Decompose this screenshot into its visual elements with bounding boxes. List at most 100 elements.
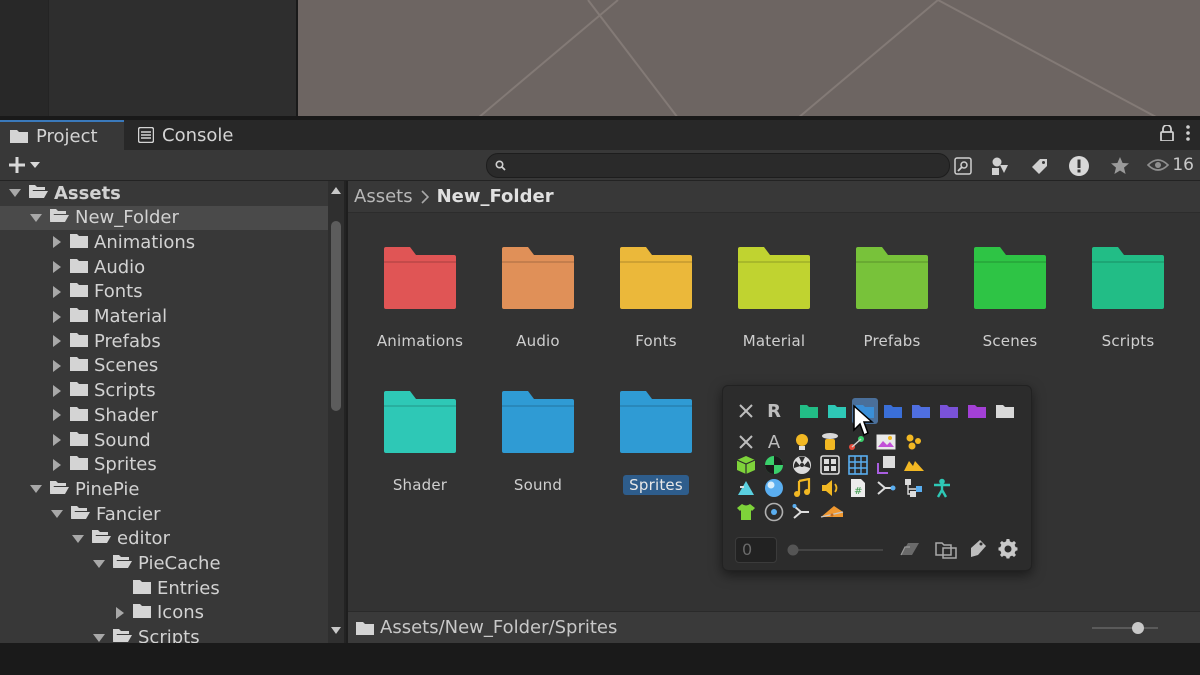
folder-tile[interactable]: Prefabs xyxy=(837,245,947,365)
text-style-button[interactable]: A xyxy=(763,431,785,453)
tree-item[interactable]: Material xyxy=(0,305,328,329)
folder-tile[interactable]: Scenes xyxy=(955,245,1065,365)
tree-item[interactable]: Sound xyxy=(0,428,328,452)
color-swatch[interactable] xyxy=(994,400,1016,422)
clear-icon-icon[interactable] xyxy=(735,431,757,453)
collapsed-arrow-icon[interactable] xyxy=(50,408,64,422)
color-swatch[interactable] xyxy=(882,400,904,422)
create-button[interactable] xyxy=(8,153,50,177)
humanoid-icon[interactable] xyxy=(931,477,953,499)
folder-tile[interactable]: Material xyxy=(719,245,829,365)
tree-item[interactable]: Entries xyxy=(0,576,328,600)
tree-item[interactable]: Scripts xyxy=(0,379,328,403)
hierarchy-icon[interactable] xyxy=(903,477,925,499)
dots-cluster-icon[interactable] xyxy=(903,431,925,453)
breadcrumb-root[interactable]: Assets xyxy=(354,186,413,207)
collapsed-arrow-icon[interactable] xyxy=(50,359,64,373)
collapsed-arrow-icon[interactable] xyxy=(50,334,64,348)
folder-tile[interactable]: Shader xyxy=(365,389,475,509)
tag-leaf-icon[interactable] xyxy=(967,538,989,560)
expanded-arrow-icon[interactable] xyxy=(92,631,106,643)
cheese-icon[interactable] xyxy=(819,501,845,523)
branch-icon[interactable] xyxy=(875,477,897,499)
tree-item[interactable]: New_Folder xyxy=(0,205,328,230)
collapsed-arrow-icon[interactable] xyxy=(113,606,127,620)
filter-by-type-button[interactable] xyxy=(988,153,1012,178)
tree-item[interactable]: Shader xyxy=(0,403,328,427)
tree-item[interactable]: PieCache xyxy=(0,552,328,576)
sphere-icon[interactable] xyxy=(763,477,785,499)
shuffle-icon[interactable] xyxy=(791,501,813,523)
search-by-type-button[interactable] xyxy=(952,153,974,178)
color-swatch[interactable] xyxy=(938,400,960,422)
icon-size-slider[interactable] xyxy=(787,544,885,556)
tree-item[interactable]: Scenes xyxy=(0,354,328,378)
tree-scroll-thumb[interactable] xyxy=(331,221,341,411)
color-swatch[interactable] xyxy=(910,400,932,422)
color-swatch[interactable] xyxy=(826,400,848,422)
tree-scrollbar[interactable] xyxy=(328,181,344,643)
expanded-arrow-icon[interactable] xyxy=(92,557,106,571)
favorites-button[interactable] xyxy=(1108,153,1132,178)
breadcrumb-current[interactable]: New_Folder xyxy=(437,186,554,207)
scroll-down-icon[interactable] xyxy=(331,626,341,634)
image-icon[interactable] xyxy=(875,431,897,453)
tree-item[interactable]: Audio xyxy=(0,255,328,279)
color-swatch[interactable] xyxy=(798,400,820,422)
search-field[interactable] xyxy=(486,153,950,178)
script-file-icon[interactable]: # xyxy=(847,477,869,499)
folder-tile[interactable]: Sprites xyxy=(601,389,711,509)
collapsed-arrow-icon[interactable] xyxy=(50,310,64,324)
more-options-icon[interactable] xyxy=(1186,125,1190,141)
tree-item[interactable]: Scripts xyxy=(0,626,328,643)
tree-item[interactable]: editor xyxy=(0,527,328,551)
tab-console[interactable]: Console xyxy=(128,120,258,150)
clear-color-icon[interactable] xyxy=(735,400,757,422)
folder-tile[interactable]: Audio xyxy=(483,245,593,365)
collapsed-arrow-icon[interactable] xyxy=(50,235,64,249)
tree-item[interactable]: PinePie xyxy=(0,477,328,501)
tab-project[interactable]: Project xyxy=(0,120,124,150)
scene-view[interactable] xyxy=(296,0,1200,118)
cube-icon[interactable] xyxy=(735,454,757,476)
color-swatch[interactable] xyxy=(966,400,988,422)
tree-item[interactable]: Animations xyxy=(0,230,328,254)
expanded-arrow-icon[interactable] xyxy=(8,186,22,200)
collapsed-arrow-icon[interactable] xyxy=(50,458,64,472)
expanded-arrow-icon[interactable] xyxy=(29,482,43,496)
lock-icon[interactable] xyxy=(1160,125,1174,141)
zoom-slider[interactable] xyxy=(1090,621,1160,635)
search-input[interactable] xyxy=(512,157,932,174)
tree-item[interactable]: Fancier xyxy=(0,502,328,526)
tilemap-icon[interactable] xyxy=(847,454,869,476)
collapsed-arrow-icon[interactable] xyxy=(50,384,64,398)
radiation-icon[interactable] xyxy=(791,454,813,476)
hidden-packages-toggle[interactable]: 16 xyxy=(1147,155,1194,175)
collapsed-arrow-icon[interactable] xyxy=(50,260,64,274)
filter-by-label-button[interactable] xyxy=(1028,153,1052,178)
eraser-icon[interactable] xyxy=(899,538,921,560)
scroll-up-icon[interactable] xyxy=(331,187,341,195)
folder-tile[interactable]: Fonts xyxy=(601,245,711,365)
tree-item[interactable]: Fonts xyxy=(0,280,328,304)
grid-layout-icon[interactable] xyxy=(819,454,841,476)
collapsed-arrow-icon[interactable] xyxy=(50,285,64,299)
expanded-arrow-icon[interactable] xyxy=(29,211,43,225)
folder-copy-icon[interactable] xyxy=(935,538,957,560)
lightbulb-icon[interactable] xyxy=(791,431,813,453)
tree-item[interactable]: Sprites xyxy=(0,453,328,477)
triangle-scene-icon[interactable] xyxy=(735,477,757,499)
tree-item[interactable]: Assets xyxy=(0,181,328,205)
target-icon[interactable] xyxy=(763,501,785,523)
expanded-arrow-icon[interactable] xyxy=(50,507,64,521)
terrain-icon[interactable] xyxy=(903,454,925,476)
folder-tile[interactable]: Sound xyxy=(483,389,593,509)
shirt-icon[interactable] xyxy=(735,501,757,523)
tree-item[interactable]: Icons xyxy=(0,601,328,625)
settings-gear-icon[interactable] xyxy=(997,538,1019,560)
icon-size-input[interactable]: 0 xyxy=(735,537,777,563)
expanded-arrow-icon[interactable] xyxy=(71,532,85,546)
tree-item[interactable]: Prefabs xyxy=(0,329,328,353)
music-note-icon[interactable] xyxy=(791,477,813,499)
filter-errors-button[interactable] xyxy=(1067,153,1091,178)
